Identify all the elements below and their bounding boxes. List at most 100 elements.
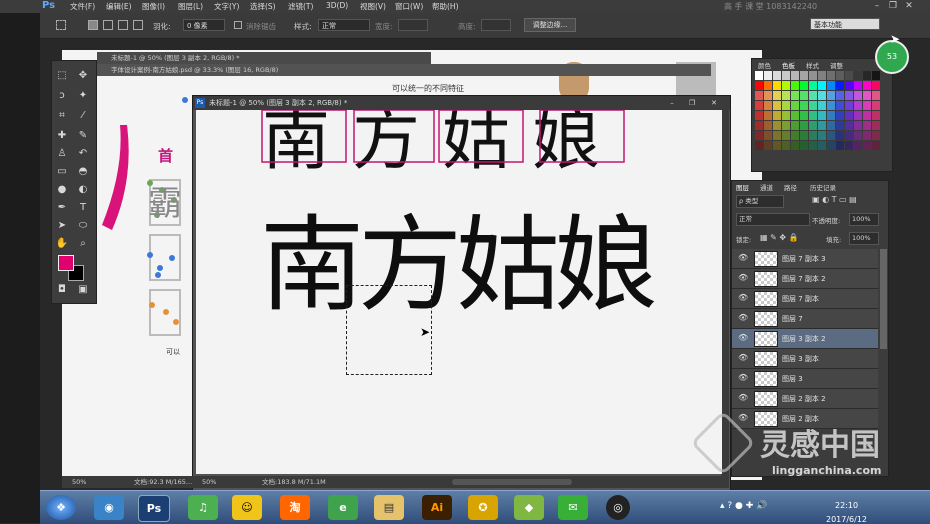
color-swatch[interactable] [809,131,817,140]
color-swatch[interactable] [872,141,880,150]
document-canvas[interactable]: 南方姑娘 南方姑娘 ➤ [196,110,722,474]
color-swatch[interactable] [791,111,799,120]
menu-view[interactable]: 视图(V) [360,1,386,12]
screen-mode-icon[interactable]: ▣ [76,283,90,297]
add-selection-icon[interactable] [103,20,113,30]
pen-tool-icon[interactable]: ✒ [55,201,69,215]
color-swatch[interactable] [845,111,853,120]
lasso-tool-icon[interactable]: ↄ [55,89,69,103]
color-swatch[interactable] [764,71,772,80]
color-swatch[interactable] [800,91,808,100]
menu-help[interactable]: 帮助(H) [432,1,459,12]
color-swatch[interactable] [863,121,871,130]
layers-tab-channels[interactable]: 通道 [760,182,773,192]
color-swatch[interactable] [773,121,781,130]
color-swatch[interactable] [836,91,844,100]
color-swatch[interactable] [809,81,817,90]
color-swatch[interactable] [845,91,853,100]
color-swatch[interactable] [800,141,808,150]
minimize-icon[interactable]: – [870,1,884,12]
bg-zoom[interactable]: 50% [72,476,86,488]
eyedropper-icon[interactable]: ⁄ [76,109,90,123]
color-swatch[interactable] [827,141,835,150]
layer-row[interactable]: 👁 图层 7 副本 2 [732,269,878,289]
color-swatch[interactable] [782,81,790,90]
layer-row[interactable]: 👁 图层 3 副本 2 [732,329,878,349]
swatches-tab-swatches[interactable]: 色板 [782,60,795,70]
color-swatch[interactable] [782,121,790,130]
doc-close-icon[interactable]: ✕ [705,96,723,110]
brush-tool-icon[interactable]: ✎ [76,129,90,143]
new-selection-icon[interactable] [88,20,98,30]
color-swatch[interactable] [791,101,799,110]
swatch-grid[interactable] [755,71,885,155]
color-swatch[interactable] [791,131,799,140]
doc-minimize-icon[interactable]: – [663,96,681,110]
color-swatch[interactable] [854,91,862,100]
foreground-color-swatch[interactable] [58,255,74,271]
marquee-tool-icon[interactable] [56,20,66,30]
color-swatch[interactable] [818,101,826,110]
color-swatch[interactable] [836,121,844,130]
color-swatch[interactable] [827,111,835,120]
lock-icons[interactable]: ▦ ✎ ✥ 🔒 [760,233,799,242]
move-tool-icon[interactable]: ✥ [76,69,90,83]
path-select-icon[interactable]: ➤ [55,219,69,233]
menu-type[interactable]: 文字(Y) [214,1,239,12]
color-swatch[interactable] [872,81,880,90]
taskbar-taobao-icon[interactable]: 淘 [280,495,310,520]
quick-mask-icon[interactable]: ◘ [55,283,69,297]
color-swatch[interactable] [854,131,862,140]
crop-tool-icon[interactable]: ⌗ [55,109,69,123]
color-swatch[interactable] [854,101,862,110]
color-swatch[interactable] [836,71,844,80]
type-tool-icon[interactable]: T [76,201,90,215]
color-swatch[interactable] [764,81,772,90]
menu-3d[interactable]: 3D(D) [326,1,348,10]
color-swatch[interactable] [764,121,772,130]
antialias-checkbox[interactable] [234,21,242,29]
swatches-tab-styles[interactable]: 样式 [806,60,819,70]
color-swatch[interactable] [809,141,817,150]
clone-stamp-icon[interactable]: ♙ [55,147,69,161]
color-swatch[interactable] [782,111,790,120]
height-input[interactable] [481,19,511,31]
taskbar-wechat-icon[interactable]: ✉ [558,495,588,520]
menu-layer[interactable]: 图层(L) [178,1,203,12]
menu-image[interactable]: 图像(I) [142,1,165,12]
color-swatch[interactable] [782,71,790,80]
color-swatch[interactable] [863,71,871,80]
color-swatch[interactable] [827,81,835,90]
history-brush-icon[interactable]: ↶ [76,147,90,161]
hand-tool-icon[interactable]: ✋ [55,237,69,251]
color-swatch[interactable] [782,91,790,100]
color-swatch[interactable] [773,71,781,80]
width-input[interactable] [398,19,428,31]
color-swatch[interactable] [818,131,826,140]
menu-edit[interactable]: 编辑(E) [106,1,132,12]
color-swatch[interactable] [827,121,835,130]
color-swatch[interactable] [872,121,880,130]
color-swatch[interactable] [755,101,763,110]
menu-filter[interactable]: 滤镜(T) [288,1,313,12]
menu-window[interactable]: 窗口(W) [395,1,423,12]
color-swatch[interactable] [836,101,844,110]
color-swatch[interactable] [809,91,817,100]
color-swatch[interactable] [764,131,772,140]
front-zoom[interactable]: 50% [202,476,216,488]
layer-kind-filter[interactable]: ρ 类型 [736,195,784,208]
subtract-selection-icon[interactable] [118,20,128,30]
visibility-eye-icon[interactable]: 👁 [738,353,748,362]
color-swatch[interactable] [755,71,763,80]
opacity-input[interactable]: 100% [849,213,879,226]
color-swatch[interactable] [773,91,781,100]
refine-edge-button[interactable]: 调整边缘... [524,18,576,32]
taskbar-photoshop-icon[interactable]: Ps [138,495,170,522]
taskbar-app-3-icon[interactable]: ◆ [514,495,544,520]
document-titlebar[interactable]: Ps 未标题-1 @ 50% (图层 3 副本 2, RGB/8) * – ❐ … [193,96,730,110]
color-swatch[interactable] [827,131,835,140]
close-icon[interactable]: ✕ [902,1,916,12]
healing-brush-icon[interactable]: ✚ [55,129,69,143]
color-swatch[interactable] [782,101,790,110]
intersect-selection-icon[interactable] [133,20,143,30]
